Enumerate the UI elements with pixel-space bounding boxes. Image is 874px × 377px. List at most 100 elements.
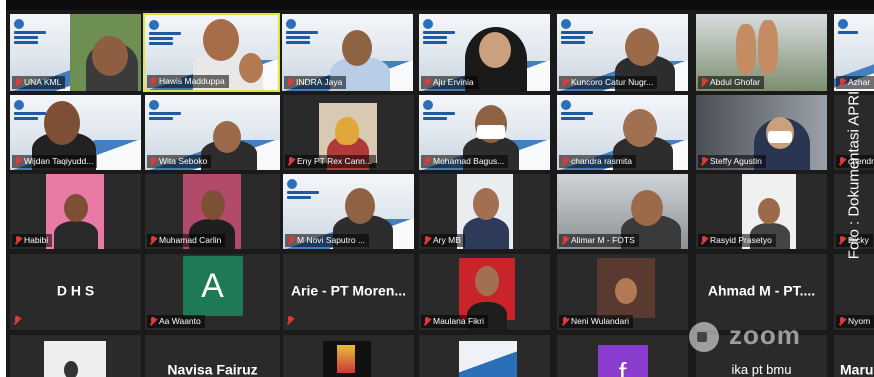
muted-mic-icon — [287, 316, 293, 324]
muted-mic-icon — [288, 236, 294, 244]
participant-name: Kuncoro Catur Nugr... — [559, 76, 658, 89]
participant-name: Eny PT Rex Cann... — [285, 155, 376, 168]
participant-name: INDRA Jaya — [284, 76, 347, 89]
participant-name: Neni Wulandari — [559, 315, 633, 328]
video-tile[interactable]: A Aa Waanto — [145, 254, 280, 330]
video-tile[interactable]: Abdul Ghofar — [696, 14, 827, 91]
muted-mic-icon — [288, 157, 294, 165]
video-tile[interactable]: Neni Wulandari — [557, 254, 688, 330]
zoom-wordmark: zoom — [729, 320, 801, 350]
participant-big-name: Ahmad M - PT.... — [707, 282, 816, 299]
muted-mic-icon — [424, 236, 430, 244]
muted-mic-icon — [150, 77, 156, 85]
video-tile[interactable]: Rasyid Prasetyo — [696, 174, 827, 249]
participant-name: Muhamad Carlin — [147, 234, 226, 247]
participant-name: Nyom — [836, 315, 874, 328]
meeting-banner — [286, 19, 332, 59]
video-tile[interactable] — [10, 335, 141, 377]
muted-mic-icon — [562, 236, 568, 244]
video-tile[interactable]: Eny PT Rex Cann... — [283, 95, 414, 170]
participant-big-name: Arie - PT Moren... — [290, 282, 407, 299]
meeting-banner — [561, 100, 607, 140]
video-tile-active-speaker[interactable]: Hawis Madduppa — [143, 13, 280, 92]
meeting-banner — [14, 19, 60, 59]
zoom-gallery-view: UNA KML Hawis Madduppa INDRA Jaya Aju Er… — [6, 0, 874, 377]
muted-mic-icon — [150, 157, 156, 165]
top-bar — [6, 0, 874, 10]
participant-name: Steffy Agustin — [698, 155, 766, 168]
video-tile[interactable]: f — [557, 335, 688, 377]
muted-mic-icon — [701, 78, 707, 86]
participant-big-name: ika pt bmu — [731, 362, 792, 377]
photo-credit-text: Foto : Dokumentasi APRI — [845, 90, 863, 260]
participant-big-name: D H S — [56, 282, 95, 299]
meeting-banner — [423, 19, 469, 59]
muted-mic-icon — [424, 157, 430, 165]
muted-mic-icon — [14, 316, 20, 324]
participant-name: Aa Waanto — [147, 315, 205, 328]
name-tile[interactable]: Navisa Fairuz — [145, 335, 280, 377]
meeting-banner — [838, 19, 874, 59]
muted-mic-icon — [562, 157, 568, 165]
video-tile[interactable]: Alimar M - FOTS — [557, 174, 688, 249]
video-tile[interactable]: chandra rasmita — [557, 95, 688, 170]
participant-name: Mohamad Bagus... — [421, 155, 509, 168]
avatar: f — [597, 345, 648, 377]
video-tile[interactable]: INDRA Jaya — [282, 14, 413, 91]
muted-mic-icon — [562, 317, 568, 325]
participant-name: Abdul Ghofar — [698, 76, 765, 89]
video-tile[interactable]: Steffy Agustin — [696, 95, 827, 170]
photo-credit-watermark: Foto : Dokumentasi APRI — [844, 70, 864, 280]
muted-mic-icon — [150, 236, 156, 244]
video-tile[interactable]: Maulana Fikri — [419, 254, 550, 330]
name-tile[interactable]: Maru — [834, 335, 874, 377]
participant-name: UNA KML — [12, 76, 66, 89]
participant-name: Alimar M - FOTS — [559, 234, 639, 247]
video-tile[interactable] — [283, 335, 414, 377]
meeting-banner — [287, 179, 333, 219]
participant-name: Maulana Fikri — [421, 315, 489, 328]
participant-name: Rasyid Prasetyo — [698, 234, 776, 247]
muted-mic-icon — [701, 157, 707, 165]
name-tile[interactable]: Arie - PT Moren... — [283, 254, 414, 330]
muted-mic-icon — [701, 236, 707, 244]
name-tile[interactable]: D H S — [10, 254, 141, 330]
participant-name: M Novi Saputro ... — [285, 234, 370, 247]
meeting-banner — [423, 100, 469, 140]
video-tile[interactable] — [419, 335, 550, 377]
video-tile[interactable]: Muhamad Carlin — [145, 174, 280, 249]
participant-big-name: Maru — [840, 361, 874, 377]
participant-name: Aju Ervinia — [421, 76, 478, 89]
video-tile[interactable]: UNA KML — [10, 14, 141, 91]
muted-mic-icon — [150, 317, 156, 325]
muted-mic-icon — [15, 157, 21, 165]
participant-name: Wita Seboko — [147, 155, 212, 168]
participant-name: Habibi — [12, 234, 53, 247]
video-tile[interactable]: Mohamad Bagus... — [419, 95, 550, 170]
participant-name: Wijdan Taqiyudd... — [12, 155, 98, 168]
participant-name: Ary MB — [421, 234, 465, 247]
muted-mic-icon — [15, 78, 21, 86]
participant-big-name: Navisa Fairuz — [167, 361, 258, 377]
muted-mic-icon — [424, 317, 430, 325]
video-tile[interactable]: Habibi — [10, 174, 141, 249]
muted-mic-icon — [839, 317, 845, 325]
muted-mic-icon — [15, 236, 21, 244]
video-tile[interactable]: Wita Seboko — [145, 95, 280, 170]
zoom-camera-icon — [689, 322, 719, 352]
muted-mic-icon — [424, 78, 430, 86]
name-tile[interactable]: Ahmad M - PT.... — [696, 254, 827, 330]
video-tile[interactable]: Aju Ervinia — [419, 14, 550, 91]
video-tile[interactable]: Kuncoro Catur Nugr... — [557, 14, 688, 91]
muted-mic-icon — [287, 78, 293, 86]
video-tile[interactable]: Ary MB — [419, 174, 550, 249]
video-tile[interactable]: M Novi Saputro ... — [283, 174, 414, 249]
participant-name: Hawis Madduppa — [147, 75, 229, 88]
video-tile[interactable]: Wijdan Taqiyudd... — [10, 95, 141, 170]
meeting-banner — [149, 100, 195, 140]
muted-mic-icon — [562, 78, 568, 86]
meeting-banner — [561, 19, 607, 59]
avatar: A — [182, 256, 243, 316]
meeting-banner — [149, 20, 195, 60]
participant-name: chandra rasmita — [559, 155, 636, 168]
